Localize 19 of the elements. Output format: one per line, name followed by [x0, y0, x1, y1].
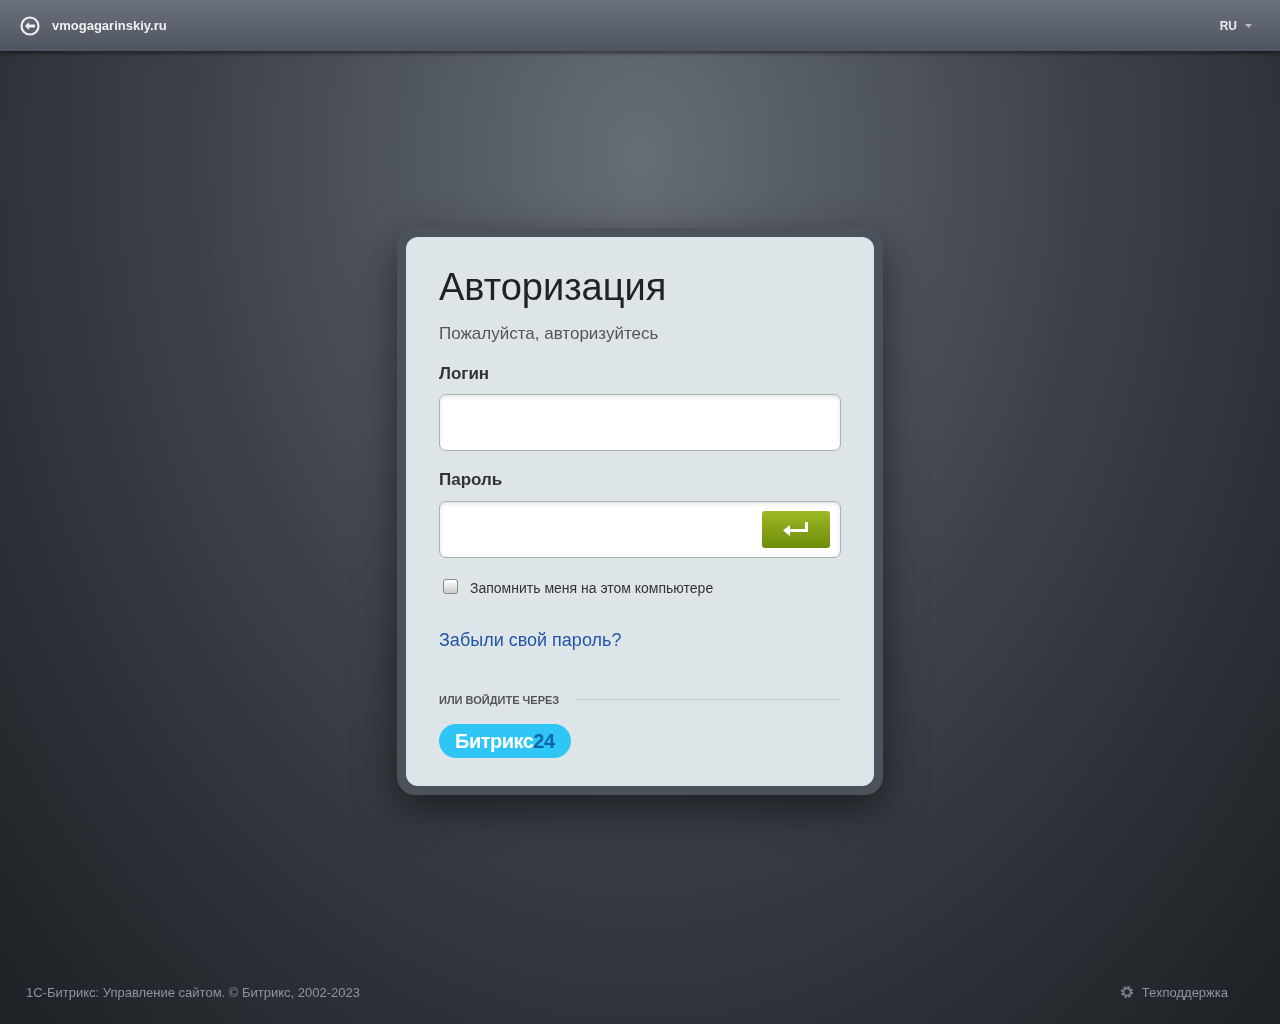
forgot-password-link[interactable]: Забыли свой пароль? [439, 629, 622, 650]
login-field[interactable] [439, 394, 841, 452]
gear-icon [1119, 985, 1134, 1000]
alt-login-label: ИЛИ ВОЙДИТЕ ЧЕРЕЗ [439, 692, 560, 708]
form-title: Авторизация [439, 265, 668, 311]
submit-button[interactable] [762, 510, 830, 548]
bitrix24-login-button[interactable]: Битрикс24 [439, 724, 571, 759]
caret-icon [1245, 23, 1252, 28]
remember-label: Запомнить меня на этом компьютере [470, 578, 714, 598]
password-field[interactable] [439, 500, 841, 558]
remember-checkbox[interactable] [443, 578, 458, 594]
copyright-text: 1С-Битрикс: Управление сайтом. © Битрикс, 2002-2023 [26, 983, 360, 1002]
form-subtitle: Пожалуйста, авторизуйтесь [439, 323, 660, 346]
field-label: Логин [439, 362, 491, 385]
enter-icon [783, 522, 809, 537]
site-link[interactable]: vmogagarinskiy.ru [52, 15, 167, 36]
field-label: Пароль [439, 469, 504, 492]
language-dropdown[interactable]: RU [1219, 16, 1252, 35]
support-link[interactable]: Техподдержка [1119, 982, 1228, 1002]
